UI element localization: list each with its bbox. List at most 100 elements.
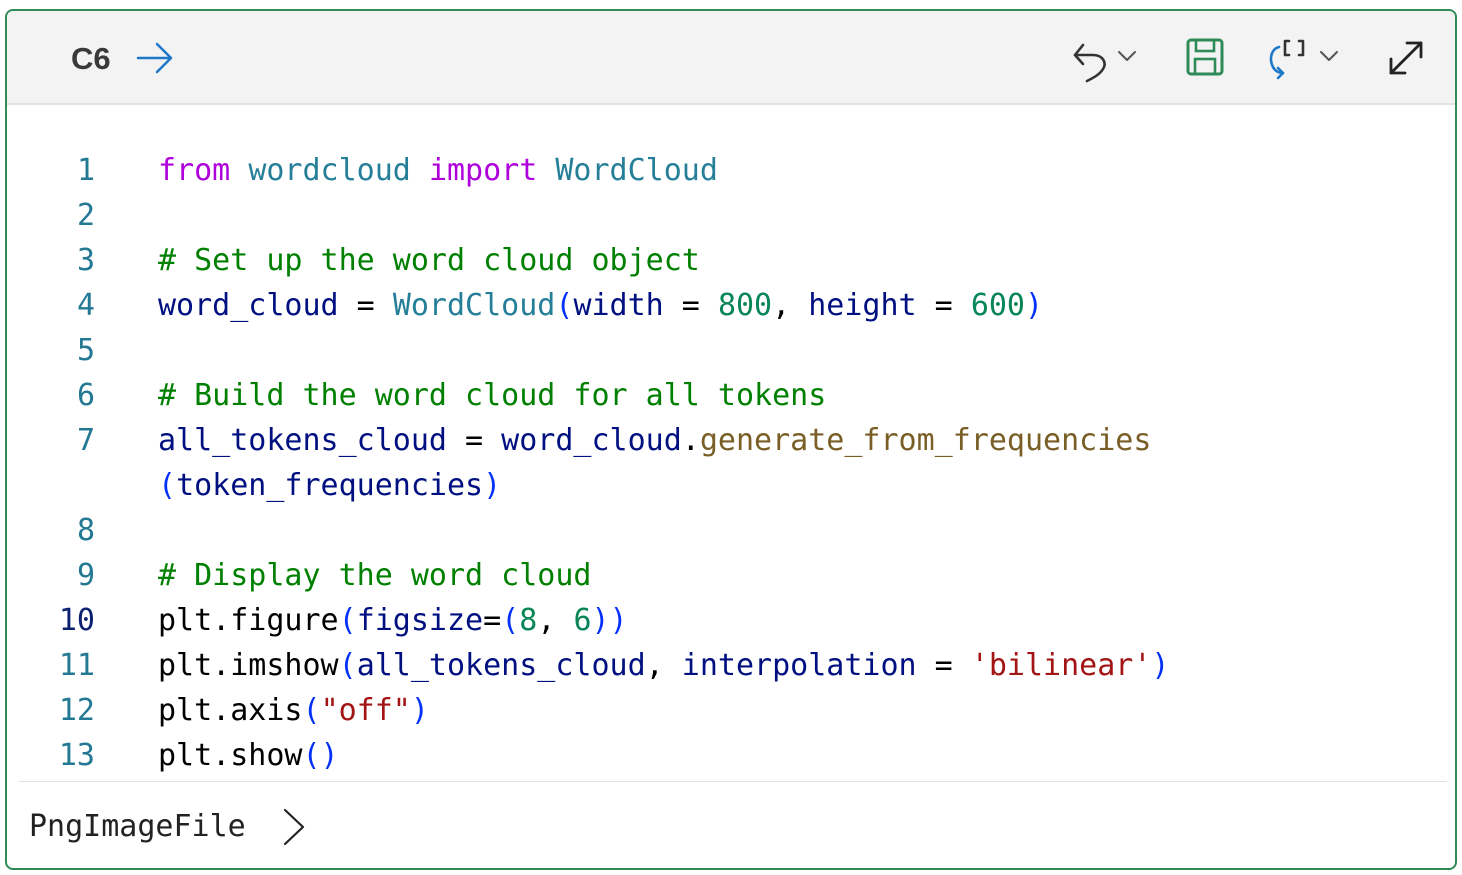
code-line[interactable]: 2	[7, 193, 1455, 238]
undo-dropdown-chevron-down-icon[interactable]	[1117, 49, 1137, 63]
code-token: plt.imshow	[158, 648, 339, 683]
code-text: plt.axis("off")	[158, 688, 429, 733]
code-line[interactable]: 6 # Build the word cloud for all tokens	[7, 373, 1455, 418]
code-token: ,	[537, 603, 574, 638]
code-token: # Build the word cloud for all tokens	[158, 378, 827, 413]
code-token: ))	[591, 603, 628, 638]
line-number: 5	[76, 333, 95, 368]
code-token: wordcloud	[248, 153, 411, 188]
chevron-right-icon[interactable]	[281, 807, 307, 852]
code-text: all_tokens_cloud = word_cloud.generate_f…	[158, 418, 1151, 463]
code-token: ()	[302, 738, 339, 773]
cell-id-label: C6	[71, 41, 111, 76]
code-text: # Build the word cloud for all tokens	[158, 373, 826, 418]
code-token: =	[916, 648, 971, 683]
code-token: WordCloud	[555, 153, 718, 188]
code-token: (	[338, 603, 357, 638]
code-text: # Display the word cloud	[158, 553, 591, 598]
code-text: # Set up the word cloud object	[158, 238, 700, 283]
line-number: 3	[76, 243, 95, 278]
code-token: (	[158, 468, 177, 503]
code-token: )	[1151, 648, 1170, 683]
code-token: word_cloud	[158, 288, 339, 323]
code-text: (token_frequencies)	[158, 463, 501, 508]
code-token: interpolation	[681, 648, 917, 683]
code-line[interactable]: (token_frequencies)	[7, 463, 1455, 508]
code-token: ,	[645, 648, 682, 683]
line-number: 4	[76, 288, 95, 323]
code-line[interactable]: 7 all_tokens_cloud = word_cloud.generate_…	[7, 418, 1455, 463]
code-token: 800	[717, 288, 773, 323]
code-token: all_tokens_cloud	[356, 648, 646, 683]
code-token: =	[916, 288, 971, 323]
code-text: plt.figure(figsize=(8, 6))	[158, 598, 628, 643]
code-token: .	[681, 423, 700, 458]
code-token: 600	[970, 288, 1025, 323]
code-text: plt.imshow(all_tokens_cloud, interpolati…	[158, 643, 1169, 688]
line-number: 1	[76, 153, 95, 188]
code-line[interactable]: 5	[7, 328, 1455, 373]
code-token: height	[808, 288, 917, 323]
code-line[interactable]: 4 word_cloud = WordCloud(width = 800, hei…	[7, 283, 1455, 328]
code-token: 8	[519, 603, 538, 638]
line-number: 10	[58, 603, 95, 638]
code-text: word_cloud = WordCloud(width = 800, heig…	[158, 283, 1043, 328]
line-number: 9	[76, 558, 95, 593]
code-token: # Set up the word cloud object	[158, 243, 700, 278]
code-token: (	[555, 288, 574, 323]
line-number: 7	[76, 423, 95, 458]
code-token: plt.figure	[158, 603, 339, 638]
code-line[interactable]: 3 # Set up the word cloud object	[7, 238, 1455, 283]
code-token: )	[483, 468, 502, 503]
code-token: =	[446, 423, 502, 458]
code-line[interactable]: 9 # Display the word cloud	[7, 553, 1455, 598]
code-text: from wordcloud import WordCloud	[158, 148, 718, 193]
refresh-brackets-icon[interactable]	[1265, 37, 1325, 81]
line-number: 11	[58, 648, 95, 683]
code-token: (	[302, 693, 321, 728]
code-line[interactable]: 10 plt.figure(figsize=(8, 6))	[7, 598, 1455, 643]
code-token: figsize	[356, 603, 484, 638]
code-editor[interactable]: 1 from wordcloud import WordCloud 2 3 # Set …	[7, 105, 1455, 781]
line-number: 8	[76, 513, 95, 548]
code-token: plt.axis	[158, 693, 303, 728]
code-token: word_cloud	[501, 423, 682, 458]
code-token: token_frequencies	[176, 468, 484, 503]
code-token: 'bilinear'	[970, 648, 1152, 683]
code-token: import	[428, 153, 538, 188]
code-token: =	[483, 603, 502, 638]
code-token: )	[1025, 288, 1044, 323]
code-token: )	[410, 693, 429, 728]
output-divider	[19, 781, 1447, 782]
expand-icon[interactable]	[1385, 37, 1427, 79]
line-number: 2	[76, 198, 95, 233]
code-line[interactable]: 12 plt.axis("off")	[7, 688, 1455, 733]
code-token: =	[338, 288, 393, 323]
code-text: plt.show()	[158, 733, 339, 778]
undo-icon[interactable]	[1069, 37, 1109, 83]
code-token: width	[573, 288, 664, 323]
code-token: (	[338, 648, 357, 683]
save-icon[interactable]	[1185, 37, 1225, 77]
code-token: plt.show	[158, 738, 303, 773]
arrow-right-icon[interactable]	[135, 41, 175, 75]
code-line[interactable]: 1 from wordcloud import WordCloud	[7, 148, 1455, 193]
code-token: # Display the word cloud	[158, 558, 592, 593]
line-number: 6	[76, 378, 95, 413]
code-token: WordCloud	[392, 288, 556, 323]
code-token: (	[501, 603, 520, 638]
code-line[interactable]: 13 plt.show()	[7, 733, 1455, 778]
code-line[interactable]: 11 plt.imshow(all_tokens_cloud, interpola…	[7, 643, 1455, 688]
code-token: from	[158, 153, 231, 188]
code-token: =	[663, 288, 718, 323]
notebook-cell: C6 1 from wordcloud import WordCloud 2 3…	[5, 9, 1457, 870]
refresh-dropdown-chevron-down-icon[interactable]	[1319, 49, 1339, 63]
line-number: 13	[58, 738, 95, 773]
code-line[interactable]: 8	[7, 508, 1455, 553]
line-number: 12	[58, 693, 95, 728]
code-token: "off"	[320, 693, 411, 728]
output-label[interactable]: PngImageFile	[29, 807, 246, 847]
code-token: ,	[772, 288, 809, 323]
